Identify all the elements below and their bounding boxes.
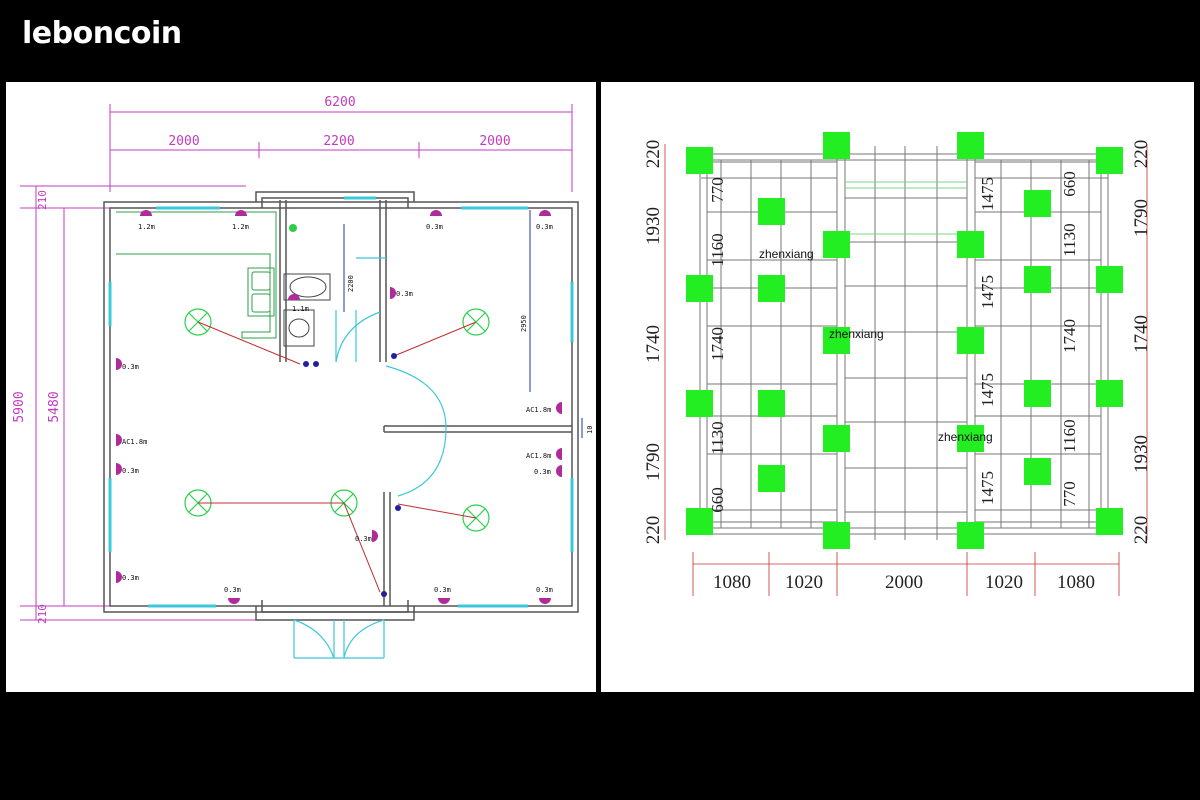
socket-label: 0.3m <box>122 574 139 582</box>
structure-plan-drawing: 220 1930 1740 1790 220 220 1790 1740 193… <box>643 132 1152 596</box>
left-inner-dim: 1160 <box>708 233 727 266</box>
right-dim: 1740 <box>1131 315 1152 353</box>
right-inner-dim: 1130 <box>1060 223 1079 256</box>
green-frame-lines <box>845 181 967 235</box>
bottom-dim: 2000 <box>885 572 923 593</box>
floor-plan-panel: 6200 2000 2200 2000 5900 5480 210 210 22… <box>6 82 596 692</box>
dim-total-width: 6200 <box>324 95 355 110</box>
socket-label: 0.3m <box>355 535 372 543</box>
socket-label: AC1.8m <box>122 438 147 446</box>
socket-label: 0.3m <box>224 586 241 594</box>
wiring <box>197 321 477 593</box>
socket-label: 1.1m <box>292 305 309 313</box>
windows <box>108 196 574 608</box>
socket-label: 0.3m <box>536 223 553 231</box>
dim-seg-mid: 2200 <box>323 134 354 149</box>
structure-plan-panel: 220 1930 1740 1790 220 220 1790 1740 193… <box>601 82 1194 692</box>
zhenxiang-label: zhenxiang <box>759 247 814 261</box>
bottom-dim: 1080 <box>1057 572 1095 593</box>
right-dim: 1790 <box>1131 199 1152 237</box>
left-inner-dim: 1740 <box>708 327 727 361</box>
zhenxiang-label: zhenxiang <box>938 430 993 444</box>
left-inner-dim: 660 <box>708 487 727 513</box>
socket-label: 0.3m <box>396 290 413 298</box>
socket-label: 0.3m <box>536 586 553 594</box>
door-arcs <box>293 257 447 659</box>
bottom-dim: 1080 <box>713 572 751 593</box>
dim-outer-height: 5900 <box>12 391 27 422</box>
bathroom-light-icon <box>289 224 297 232</box>
mid-dim: 1475 <box>978 471 997 505</box>
socket-label: 1.2m <box>232 223 249 231</box>
socket-label: AC1.8m <box>526 452 551 460</box>
bottom-dim: 1020 <box>985 572 1023 593</box>
socket-label: 0.3m <box>426 223 443 231</box>
left-dim: 1930 <box>643 207 664 245</box>
dim-door-gap: 10 <box>586 426 594 434</box>
right-dim: 220 <box>1131 516 1152 545</box>
mid-dim: 1475 <box>978 275 997 309</box>
dim-bottom-margin: 210 <box>36 604 49 624</box>
right-inner-dim: 770 <box>1060 481 1079 507</box>
left-dim: 220 <box>643 516 664 545</box>
dim-bath-depth: 2200 <box>347 275 355 292</box>
zhenxiang-label: zhenxiang <box>829 327 884 341</box>
switches <box>303 353 401 597</box>
left-dim: 1740 <box>643 325 664 363</box>
dim-inner-height: 5480 <box>47 391 62 422</box>
right-inner-dim: 1740 <box>1060 319 1079 353</box>
mid-dim: 1475 <box>978 177 997 211</box>
bottom-dim: 1020 <box>785 572 823 593</box>
socket-label: 0.3m <box>122 467 139 475</box>
socket-label: AC1.8m <box>526 406 551 414</box>
dim-seg-right: 2000 <box>479 134 510 149</box>
socket-label: 0.3m <box>122 363 139 371</box>
dim-bed-depth: 2950 <box>520 315 528 332</box>
mid-dim: 1475 <box>978 373 997 407</box>
left-inner-dim: 1130 <box>708 421 727 454</box>
left-inner-dim: 770 <box>708 177 727 203</box>
ceiling-lights <box>184 308 490 532</box>
socket-label: 1.2m <box>138 223 155 231</box>
right-dim: 1930 <box>1131 435 1152 473</box>
leboncoin-logo[interactable]: leboncoin <box>22 16 182 51</box>
left-dim: 1790 <box>643 443 664 481</box>
outer-walls <box>103 191 579 621</box>
socket-label: 0.3m <box>534 468 551 476</box>
right-dim: 220 <box>1131 140 1152 169</box>
left-dim: 220 <box>643 140 664 169</box>
floor-plan-drawing: 6200 2000 2200 2000 5900 5480 210 210 22… <box>12 95 594 659</box>
right-inner-dim: 660 <box>1060 171 1079 197</box>
socket-label: 0.3m <box>434 586 451 594</box>
dim-seg-left: 2000 <box>168 134 199 149</box>
dim-top-margin: 210 <box>36 190 49 210</box>
sockets <box>116 210 562 604</box>
right-inner-dim: 1160 <box>1060 419 1079 452</box>
